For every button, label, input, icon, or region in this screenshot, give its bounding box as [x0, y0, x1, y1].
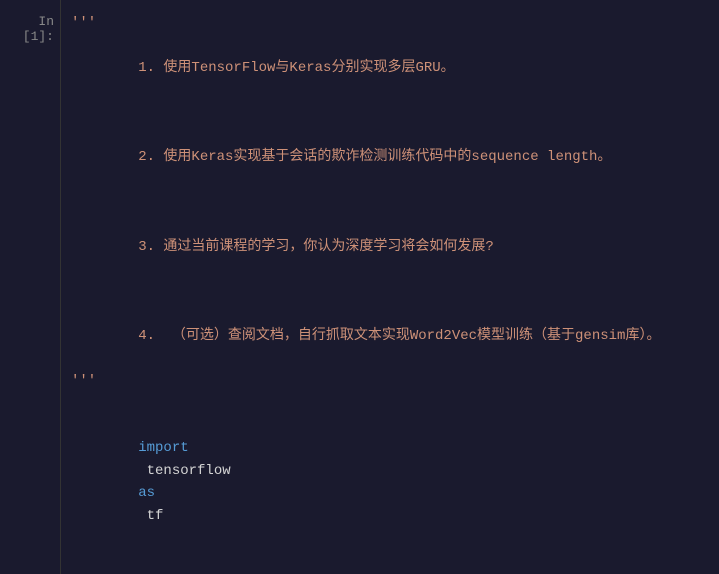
line-item-4: 4. （可选）查阅文档，自行抓取文本实现Word2Vec模型训练（基于gensi…: [71, 303, 709, 370]
cell-1-content[interactable]: ''' 1. 使用TensorFlow与Keras分别实现多层GRU。 2. 使…: [60, 0, 719, 574]
cell-1: In [1]: ''' 1. 使用TensorFlow与Keras分别实现多层G…: [0, 0, 719, 574]
line-triple-quote-open: ''': [71, 12, 709, 34]
line-blank-4: [71, 393, 709, 415]
line-blank-3: [71, 281, 709, 303]
line-item-3: 3. 通过当前课程的学习，你认为深度学习将会如何发展?: [71, 214, 709, 281]
line-from-keras-layers: from keras import layers: [71, 549, 709, 574]
line-blank-1: [71, 102, 709, 124]
line-blank-2: [71, 191, 709, 213]
notebook: In [1]: ''' 1. 使用TensorFlow与Keras分别实现多层G…: [0, 0, 719, 574]
line-item-2: 2. 使用Keras实现基于会话的欺诈检测训练代码中的sequence leng…: [71, 124, 709, 191]
cell-1-label: In [1]:: [0, 0, 60, 574]
line-triple-quote-close: ''': [71, 370, 709, 392]
line-item-1: 1. 使用TensorFlow与Keras分别实现多层GRU。: [71, 34, 709, 101]
line-import-tf: import tensorflow as tf: [71, 415, 709, 549]
